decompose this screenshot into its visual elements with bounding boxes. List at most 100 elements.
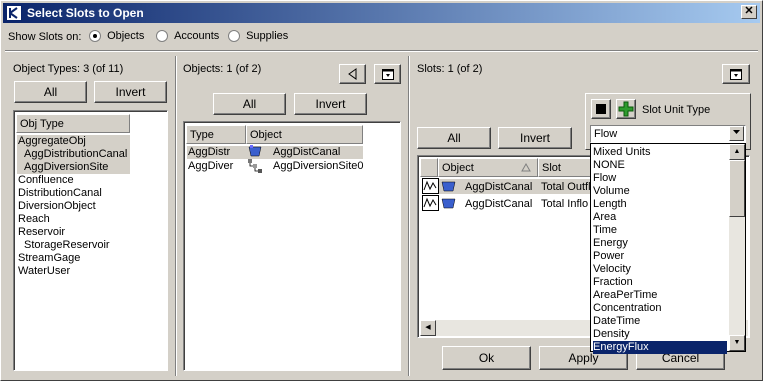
diversion-site-icon — [248, 159, 262, 173]
slot-unit-type-value: Flow — [594, 128, 618, 140]
objects-table[interactable]: Type Object AggDistr AggDistCanal AggDiv… — [183, 121, 401, 371]
canal-icon — [441, 198, 456, 209]
object-cell: AggDistCanal — [273, 146, 341, 158]
obj-type-column-header[interactable]: Obj Type — [16, 114, 130, 133]
column-separator — [408, 56, 410, 376]
vertical-scrollbar[interactable]: ▲ ▼ — [729, 144, 745, 351]
open-dialog-icon — [381, 69, 394, 80]
slot-unit-type-panel: Slot Unit Type Flow — [585, 93, 751, 150]
list-item[interactable]: AggregateObj — [17, 135, 130, 148]
list-item[interactable]: DiversionObject — [18, 200, 96, 213]
unit-option[interactable]: AreaPerTime — [593, 289, 727, 302]
dialog-window: Select Slots to Open ✕ Show Slots on: Ob… — [0, 0, 763, 381]
slot-unit-type-select[interactable]: Flow — [590, 125, 746, 143]
radio-accounts[interactable]: Accounts — [156, 30, 220, 43]
stop-button[interactable] — [591, 99, 611, 119]
column-separator — [175, 56, 177, 376]
unit-option[interactable]: Energy — [593, 237, 727, 250]
unit-option[interactable]: Mixed Units — [593, 146, 727, 159]
object-types-all-button[interactable]: All — [14, 81, 87, 103]
type-column-header[interactable]: Type — [186, 125, 246, 144]
unit-option[interactable]: Time — [593, 224, 727, 237]
add-button[interactable] — [616, 99, 636, 119]
slot-column-header[interactable]: Slot — [538, 158, 598, 177]
slot-unit-type-label: Slot Unit Type — [642, 104, 711, 116]
unit-option[interactable]: Fraction — [593, 276, 727, 289]
chevron-down-icon — [733, 130, 740, 134]
object-cell: AggDiversionSite0 — [273, 160, 364, 172]
app-icon — [6, 5, 22, 21]
canal-icon — [248, 145, 262, 157]
unit-option[interactable]: Density — [593, 328, 727, 341]
radio-supplies-label: Supplies — [246, 30, 289, 42]
canal-icon — [441, 181, 456, 192]
object-types-header: Object Types: 3 (of 11) — [13, 63, 124, 75]
open-slots-button[interactable] — [722, 64, 750, 84]
ok-button[interactable]: Ok — [442, 346, 531, 370]
slots-header: Slots: 1 (of 2) — [417, 63, 483, 75]
list-item[interactable]: StreamGage — [18, 252, 80, 265]
unit-option[interactable]: Power — [593, 250, 727, 263]
unit-option[interactable]: NONE — [593, 159, 727, 172]
list-item[interactable]: DistributionCanal — [18, 187, 102, 200]
slot-unit-type-dropdown-list[interactable]: Mixed Units NONE Flow Volume Length Area Time E… — [590, 143, 746, 354]
object-column-header[interactable]: Object — [246, 125, 363, 144]
unit-option[interactable]: EnergyFlux — [593, 341, 727, 354]
unit-option[interactable]: Area — [593, 211, 727, 224]
slot-object-cell: AggDistCanal — [465, 198, 533, 210]
radio-objects-label: Objects — [107, 30, 145, 42]
object-types-invert-button[interactable]: Invert — [94, 81, 167, 103]
unit-option[interactable]: Length — [593, 198, 727, 211]
list-item[interactable]: StorageReservoir — [24, 239, 110, 252]
plot-series-icon[interactable] — [422, 195, 439, 211]
radio-objects-indicator[interactable] — [89, 30, 101, 43]
collapse-left-button[interactable] — [339, 64, 366, 84]
unit-option[interactable]: Concentration — [593, 302, 727, 315]
open-dialog-icon — [730, 69, 742, 80]
list-item[interactable]: Confluence — [18, 174, 74, 187]
list-item[interactable]: AggDiversionSite — [17, 161, 130, 174]
radio-supplies[interactable]: Supplies — [228, 30, 289, 43]
show-slots-label: Show Slots on: — [8, 31, 82, 43]
unit-option[interactable]: Flow — [593, 172, 727, 185]
scroll-up-button[interactable]: ▲ — [729, 144, 745, 160]
dropdown-button[interactable] — [729, 126, 744, 141]
slot-object-column-label: Object — [442, 162, 474, 174]
radio-supplies-indicator[interactable] — [228, 30, 240, 43]
sort-ascending-icon — [521, 163, 531, 172]
type-cell: AggDiver — [188, 160, 234, 172]
plus-icon — [618, 101, 634, 117]
triangle-left-icon — [347, 68, 356, 80]
list-item[interactable]: Reach — [18, 213, 50, 226]
unit-option[interactable]: Volume — [593, 185, 727, 198]
scroll-down-button[interactable]: ▼ — [729, 335, 745, 351]
stop-icon — [596, 104, 606, 114]
objects-header: Objects: 1 (of 2) — [183, 63, 262, 75]
objects-invert-button[interactable]: Invert — [294, 93, 367, 115]
radio-accounts-indicator[interactable] — [156, 30, 168, 43]
slot-object-cell: AggDistCanal — [465, 181, 533, 193]
title-bar[interactable]: Select Slots to Open ✕ — [3, 3, 760, 23]
plot-series-icon[interactable] — [422, 178, 439, 194]
slots-all-button[interactable]: All — [417, 127, 491, 149]
open-objects-button[interactable] — [374, 64, 401, 84]
type-cell: AggDistr — [188, 146, 231, 158]
list-item[interactable]: AggDistributionCanal — [17, 148, 130, 161]
scroll-thumb[interactable] — [729, 160, 745, 217]
unit-option[interactable]: DateTime — [593, 315, 727, 328]
window-title: Select Slots to Open — [27, 6, 144, 20]
object-types-list[interactable]: Obj Type AggregateObj AggDistributionCan… — [13, 110, 168, 371]
radio-accounts-label: Accounts — [174, 30, 220, 42]
unit-option[interactable]: Velocity — [593, 263, 727, 276]
close-button[interactable]: ✕ — [741, 5, 757, 19]
list-item[interactable]: WaterUser — [18, 265, 70, 278]
slot-object-column-header[interactable]: Object — [438, 158, 538, 177]
top-separator — [5, 50, 758, 52]
scroll-left-button[interactable]: ◀ — [420, 320, 436, 336]
slot-cell: Total Outfl — [541, 181, 591, 193]
plot-column-header[interactable] — [420, 158, 438, 177]
radio-objects[interactable]: Objects — [89, 30, 145, 43]
objects-all-button[interactable]: All — [213, 93, 286, 115]
list-item[interactable]: Reservoir — [18, 226, 65, 239]
slots-invert-button[interactable]: Invert — [498, 127, 572, 149]
